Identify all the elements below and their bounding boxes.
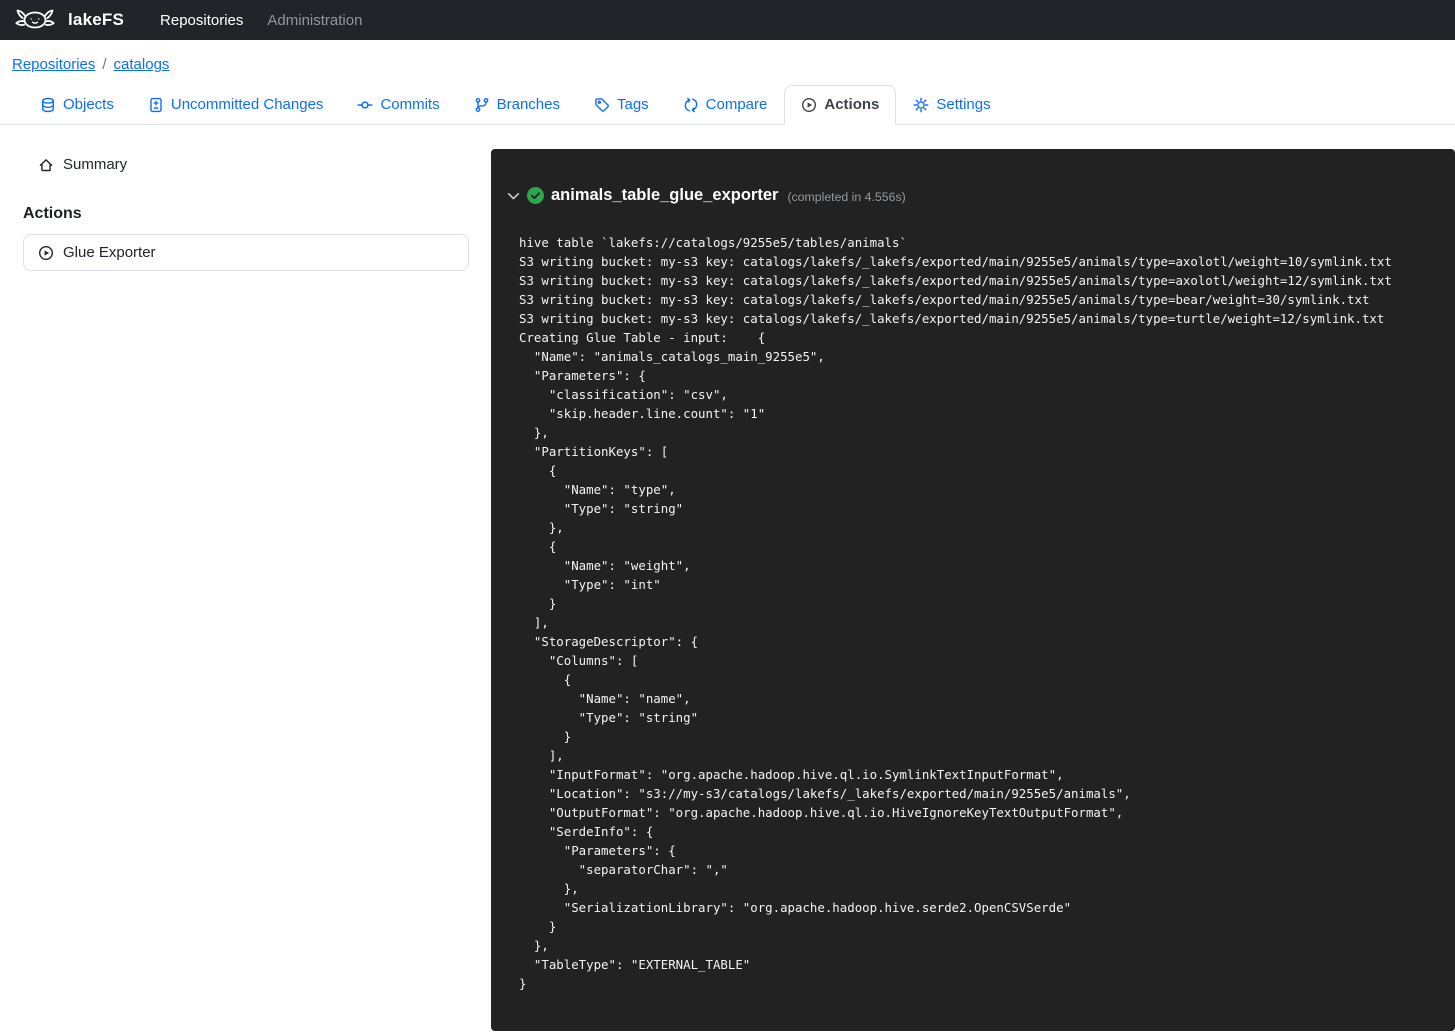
sidebar-item-label: Summary	[63, 156, 127, 173]
git-compare-icon	[683, 97, 699, 113]
navbar-links: Repositories Administration	[148, 4, 374, 37]
commit-icon	[357, 97, 373, 113]
chevron-down-icon[interactable]	[504, 192, 523, 201]
breadcrumb: Repositories / catalogs	[12, 56, 1455, 73]
tab-settings[interactable]: Settings	[896, 85, 1007, 125]
lakefs-logo-icon	[14, 6, 56, 34]
tab-uncommitted-changes[interactable]: Uncommitted Changes	[131, 85, 341, 125]
actions-list: Glue Exporter	[23, 234, 469, 271]
actions-sidebar: Summary Actions Glue Exporter	[0, 149, 491, 1031]
top-navbar: lakeFS Repositories Administration	[0, 0, 1455, 40]
repository-tabbar: Objects Uncommitted Changes Commits	[0, 85, 1455, 125]
breadcrumb-repositories-link[interactable]: Repositories	[12, 56, 95, 73]
lakefs-app: lakeFS Repositories Administration Repos…	[0, 0, 1455, 1033]
tab-label: Actions	[824, 95, 879, 114]
action-run-panel: animals_table_glue_exporter (completed i…	[491, 149, 1455, 1031]
tab-label: Objects	[63, 95, 114, 114]
run-log-output: hive table `lakefs://catalogs/9255e5/tab…	[519, 233, 1437, 993]
gear-icon	[913, 97, 929, 113]
tab-commits[interactable]: Commits	[340, 85, 456, 125]
action-item-label: Glue Exporter	[63, 244, 156, 261]
tab-label: Settings	[936, 95, 990, 114]
tab-branches[interactable]: Branches	[457, 85, 577, 125]
tab-label: Commits	[380, 95, 439, 114]
actions-page: Summary Actions Glue Exporter	[0, 149, 1455, 1031]
sidebar-item-summary[interactable]: Summary	[23, 151, 469, 178]
action-item-glue-exporter[interactable]: Glue Exporter	[24, 235, 468, 270]
tab-tags[interactable]: Tags	[577, 85, 666, 125]
actions-heading: Actions	[23, 205, 469, 223]
brand-link[interactable]: lakeFS	[14, 6, 124, 34]
breadcrumb-separator: /	[102, 56, 106, 73]
breadcrumb-repository-link[interactable]: catalogs	[114, 56, 170, 73]
home-icon	[38, 157, 54, 173]
database-icon	[40, 97, 56, 113]
git-branch-icon	[474, 97, 490, 113]
tab-label: Uncommitted Changes	[171, 95, 324, 114]
tab-label: Compare	[706, 95, 768, 114]
navbar-item-administration[interactable]: Administration	[255, 4, 374, 37]
navbar-item-repositories[interactable]: Repositories	[148, 4, 255, 37]
file-diff-icon	[148, 97, 164, 113]
run-title: animals_table_glue_exporter	[551, 186, 778, 205]
brand-name: lakeFS	[68, 10, 124, 30]
tag-icon	[594, 97, 610, 113]
tab-label: Branches	[497, 95, 560, 114]
check-circle-icon	[527, 187, 544, 204]
tab-actions[interactable]: Actions	[784, 85, 896, 125]
play-circle-icon	[801, 97, 817, 113]
run-duration: (completed in 4.556s)	[787, 190, 905, 204]
tab-label: Tags	[617, 95, 649, 114]
tab-objects[interactable]: Objects	[23, 85, 131, 125]
play-circle-icon	[38, 245, 54, 261]
run-header: animals_table_glue_exporter (completed i…	[504, 186, 1437, 205]
tab-compare[interactable]: Compare	[666, 85, 785, 125]
